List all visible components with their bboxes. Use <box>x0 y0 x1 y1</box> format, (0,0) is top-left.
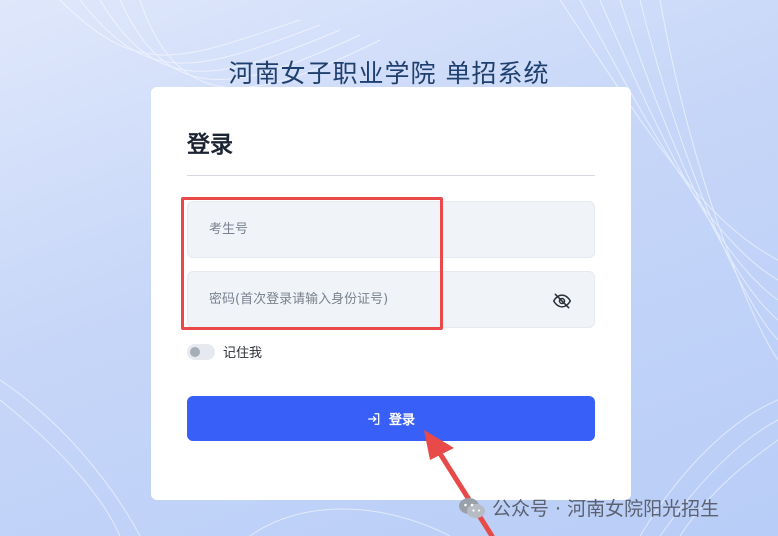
eye-slash-icon[interactable] <box>552 291 572 311</box>
wechat-icon <box>459 497 485 518</box>
divider <box>187 175 595 176</box>
login-button-label: 登录 <box>388 413 415 428</box>
watermark: 公众号 · 河南女院阳光招生 <box>458 494 719 521</box>
password-input[interactable] <box>188 272 594 327</box>
remember-label: 记住我 <box>223 346 263 361</box>
password-field-container <box>187 271 595 328</box>
username-field-container <box>187 201 595 258</box>
login-heading: 登录 <box>187 132 233 158</box>
login-card: 登录 记住我 登录 <box>151 87 631 500</box>
remember-me: 记住我 <box>187 342 262 361</box>
username-input[interactable] <box>188 202 594 257</box>
login-button[interactable]: 登录 <box>187 396 595 441</box>
sign-in-icon <box>368 412 380 425</box>
toggle-knob <box>190 346 200 357</box>
remember-toggle[interactable] <box>187 343 215 360</box>
watermark-text: 公众号 · 河南女院阳光招生 <box>492 498 720 520</box>
site-title: 河南女子职业学院 单招系统 <box>228 59 550 88</box>
